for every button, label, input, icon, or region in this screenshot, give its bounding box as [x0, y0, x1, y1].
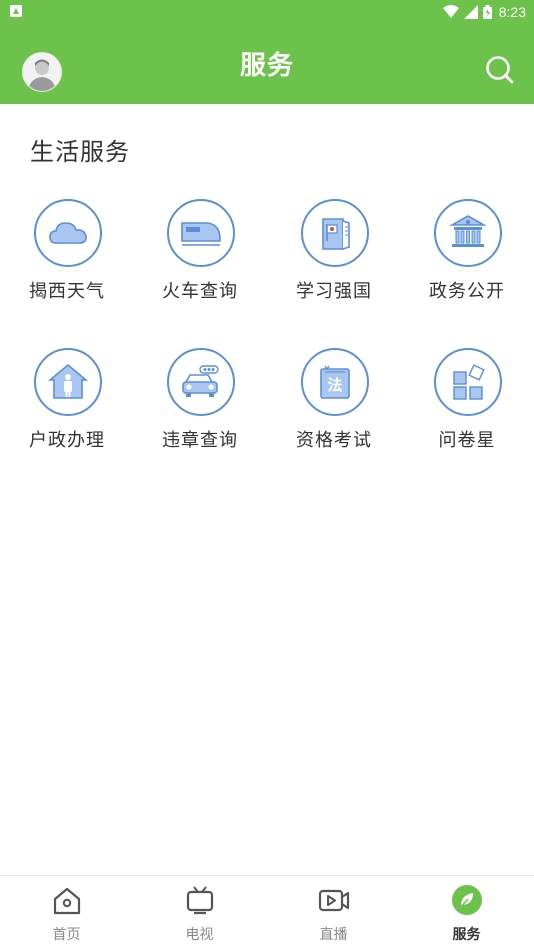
app-grid-icon	[453, 364, 485, 400]
service-label: 违章查询	[162, 430, 238, 451]
nav-item-live[interactable]: 直播	[267, 876, 400, 951]
service-item-study[interactable]: 学习强国	[279, 199, 389, 309]
live-video-icon	[318, 889, 349, 912]
app-bar: 服务	[0, 24, 534, 104]
house-person-icon	[47, 363, 89, 399]
service-icon-circle	[301, 199, 369, 267]
bottom-nav: 首页 电视 直播 服务	[0, 875, 534, 951]
service-icon-circle	[434, 199, 502, 267]
service-item-weather[interactable]: 揭西天气	[12, 199, 122, 309]
service-item-traffic-violation[interactable]: 违章查询	[145, 348, 255, 458]
law-book-icon: 法	[320, 365, 350, 399]
tv-icon	[186, 886, 213, 915]
home-icon	[53, 887, 80, 915]
nav-label: 电视	[185, 927, 214, 943]
cloud-icon	[49, 222, 87, 244]
service-label: 户政办理	[29, 430, 105, 451]
service-item-gov-affairs[interactable]: 政务公开	[412, 199, 522, 309]
section-title: 生活服务	[30, 138, 130, 166]
nav-label: 首页	[52, 927, 81, 943]
service-label: 学习强国	[296, 281, 372, 302]
service-label: 资格考试	[296, 430, 372, 451]
train-icon	[181, 222, 221, 246]
car-icon	[182, 365, 219, 397]
book-flag-icon	[322, 218, 350, 250]
service-item-household[interactable]: 户政办理	[12, 348, 122, 458]
service-item-train[interactable]: 火车查询	[145, 199, 255, 309]
battery-icon	[482, 5, 492, 19]
nav-item-home[interactable]: 首页	[0, 876, 133, 951]
service-icon-circle	[167, 199, 235, 267]
wifi-icon	[442, 5, 459, 18]
service-icon-circle	[34, 348, 102, 416]
leaf-icon	[451, 885, 482, 915]
service-icon-circle	[167, 348, 235, 416]
status-time: 8:23	[498, 4, 526, 20]
nav-label: 服务	[452, 927, 481, 943]
service-item-survey-star[interactable]: 问卷星	[412, 348, 522, 458]
service-label: 揭西天气	[29, 281, 105, 302]
service-icon-circle: 法	[301, 348, 369, 416]
status-indicators: 8:23	[442, 3, 526, 21]
search-icon[interactable]	[484, 54, 516, 86]
svg-text:法: 法	[327, 376, 342, 394]
service-label: 政务公开	[429, 281, 505, 302]
service-label: 火车查询	[162, 281, 238, 302]
signal-icon	[463, 5, 478, 19]
nav-item-services[interactable]: 服务	[400, 876, 533, 951]
page-title: 服务	[239, 51, 294, 81]
service-icon-circle	[34, 199, 102, 267]
service-label: 问卷星	[438, 430, 496, 451]
service-icon-circle	[434, 348, 502, 416]
notification-icon	[10, 5, 22, 17]
service-item-qualification-exam[interactable]: 法 资格考试	[279, 348, 389, 458]
nav-label: 直播	[319, 927, 348, 943]
nav-item-tv[interactable]: 电视	[133, 876, 266, 951]
government-building-icon	[448, 215, 488, 247]
status-bar: 8:23	[0, 0, 534, 24]
